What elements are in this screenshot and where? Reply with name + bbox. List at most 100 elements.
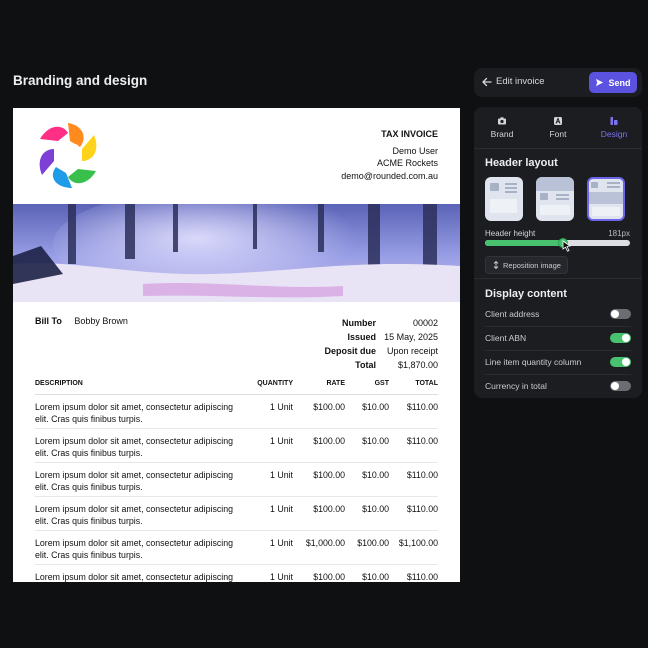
item-description: Lorem ipsum dolor sit amet, consectetur … <box>35 538 234 560</box>
toggle-knob <box>622 358 630 366</box>
item-total: $1,100.00 <box>398 538 438 548</box>
edit-invoice-label: Edit invoice <box>496 76 545 87</box>
meta-value: 00002 <box>412 318 438 328</box>
header-height-slider[interactable] <box>485 238 630 248</box>
table-row: Lorem ipsum dolor sit amet, consectetur … <box>35 531 438 565</box>
toggle-row-client-address: Client address <box>485 302 631 327</box>
meta-label: Issued <box>347 332 376 342</box>
sender-name: Demo User <box>392 145 438 156</box>
item-rate: $100.00 <box>313 436 345 446</box>
item-description: Lorem ipsum dolor sit amet, consectetur … <box>35 436 234 458</box>
table-row: Lorem ipsum dolor sit amet, consectetur … <box>35 395 438 429</box>
tab-design[interactable]: Design <box>586 107 642 148</box>
toggle-row-quantity-column: Line item quantity column <box>485 350 631 375</box>
item-total: $110.00 <box>406 436 438 446</box>
bill-to-label: Bill To <box>35 316 62 326</box>
design-icon <box>610 117 618 125</box>
column-header: GST <box>374 380 389 387</box>
item-description: Lorem ipsum dolor sit amet, consectetur … <box>35 470 234 492</box>
invoice-header: TAX INVOICE Demo User ACME Rockets demo@… <box>341 128 438 182</box>
item-description: Lorem ipsum dolor sit amet, consectetur … <box>35 504 234 526</box>
bill-to: Bill To Bobby Brown <box>35 316 128 326</box>
item-rate: $100.00 <box>313 572 345 582</box>
reposition-label: Reposition image <box>503 260 561 270</box>
layout-option-banner[interactable] <box>536 177 574 221</box>
item-quantity: 1 Unit <box>270 402 293 412</box>
toggle-knob <box>611 382 619 390</box>
camera-icon <box>498 117 506 125</box>
meta-value: 15 May, 2025 <box>384 332 438 342</box>
item-total: $110.00 <box>406 470 438 480</box>
layout-option-full-banner[interactable] <box>587 177 625 221</box>
meta-row: Deposit due Upon receipt <box>286 344 438 358</box>
item-quantity: 1 Unit <box>270 538 293 548</box>
toggle-row-currency-total: Currency in total <box>485 374 631 398</box>
item-description: Lorem ipsum dolor sit amet, consectetur … <box>35 572 234 582</box>
header-banner-image <box>13 204 460 302</box>
meta-label: Total <box>355 360 376 370</box>
meta-value: Upon receipt <box>386 346 438 356</box>
client-abn-toggle[interactable] <box>610 333 631 343</box>
sender-company: ACME Rockets <box>376 158 438 168</box>
item-quantity: 1 Unit <box>270 436 293 446</box>
header-height-value: 181px <box>608 229 630 238</box>
column-header: DESCRIPTION <box>35 380 83 387</box>
item-total: $110.00 <box>406 504 438 514</box>
meta-value: $1,870.00 <box>397 360 438 370</box>
item-rate: $100.00 <box>313 470 345 480</box>
arrow-left-icon <box>482 77 492 86</box>
meta-row: Number 00002 <box>286 316 438 330</box>
tab-label: Brand <box>490 129 514 139</box>
item-gst: $100.00 <box>357 538 389 548</box>
client-address-toggle[interactable] <box>610 309 631 319</box>
currency-total-toggle[interactable] <box>610 381 631 391</box>
mouse-pointer-icon <box>562 240 572 252</box>
table-row: Lorem ipsum dolor sit amet, consectetur … <box>35 565 438 582</box>
layout-option-left[interactable] <box>485 177 523 221</box>
company-logo <box>39 123 97 188</box>
edit-invoice-link[interactable]: Edit invoice <box>482 76 545 87</box>
design-panel: Brand Font Design Header layout Header h… <box>474 107 642 398</box>
font-icon <box>554 117 562 125</box>
column-header: RATE <box>326 380 345 387</box>
item-quantity: 1 Unit <box>270 504 293 514</box>
bill-to-name: Bobby Brown <box>74 316 128 326</box>
toggle-knob <box>611 310 619 318</box>
tab-label: Design <box>600 129 628 139</box>
send-label: Send <box>608 77 631 88</box>
vertical-arrows-icon <box>493 261 499 269</box>
section-divider <box>474 278 642 279</box>
item-total: $110.00 <box>406 572 438 582</box>
send-button[interactable]: Send <box>589 72 637 93</box>
header-layout-options <box>485 177 625 221</box>
header-height-label: Header height <box>485 229 536 238</box>
item-rate: $100.00 <box>313 402 345 412</box>
action-bar: Edit invoice Send <box>474 68 642 97</box>
item-gst: $10.00 <box>362 402 389 412</box>
panel-tabs: Brand Font Design <box>474 107 642 149</box>
column-header: TOTAL <box>415 380 438 387</box>
item-total: $110.00 <box>406 402 438 412</box>
header-layout-title: Header layout <box>485 157 558 169</box>
tab-font[interactable]: Font <box>530 107 586 148</box>
quantity-column-toggle[interactable] <box>610 357 631 367</box>
sender-email: demo@rounded.com.au <box>341 170 438 181</box>
toggle-label: Client address <box>485 309 540 319</box>
reposition-image-button[interactable]: Reposition image <box>485 256 568 274</box>
toggle-label: Line item quantity column <box>485 357 582 367</box>
layout-banner-icon <box>536 177 574 215</box>
invoice-preview: TAX INVOICE Demo User ACME Rockets demo@… <box>13 108 460 582</box>
toggle-label: Currency in total <box>485 381 547 391</box>
tab-brand[interactable]: Brand <box>474 107 530 148</box>
toggle-knob <box>622 334 630 342</box>
toggle-row-client-abn: Client ABN <box>485 326 631 351</box>
meta-label: Number <box>341 318 376 328</box>
meta-row: Issued 15 May, 2025 <box>286 330 438 344</box>
item-gst: $10.00 <box>362 436 389 446</box>
column-header: QUANTITY <box>257 380 293 387</box>
toggle-label: Client ABN <box>485 333 527 343</box>
item-gst: $10.00 <box>362 470 389 480</box>
table-row: Lorem ipsum dolor sit amet, consectetur … <box>35 497 438 531</box>
item-gst: $10.00 <box>362 572 389 582</box>
table-header: DESCRIPTION QUANTITY RATE GST TOTAL <box>35 380 438 395</box>
